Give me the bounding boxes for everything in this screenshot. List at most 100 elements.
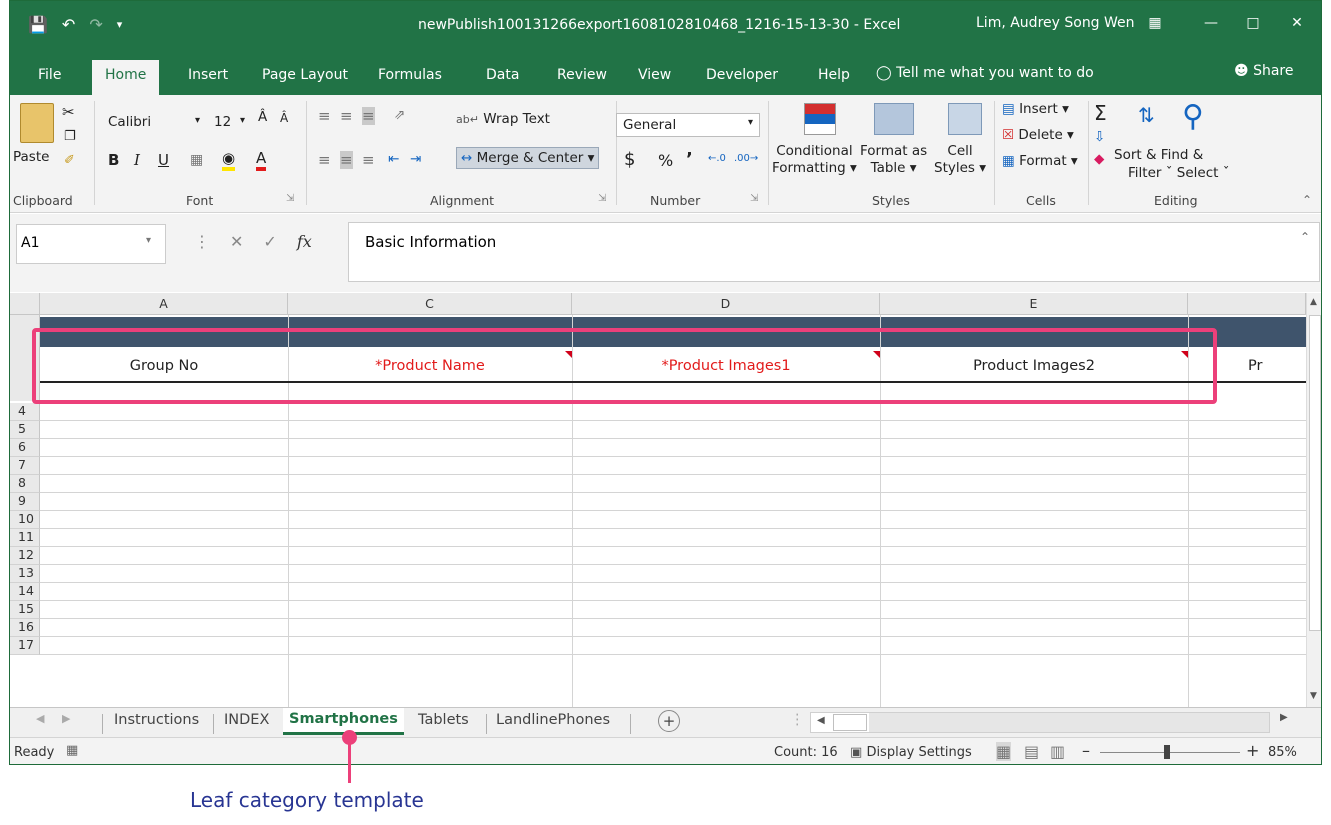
row-header[interactable]: 6 <box>10 439 40 457</box>
next-sheet-icon[interactable]: ▶ <box>62 712 70 725</box>
shrink-font-icon[interactable]: Â <box>280 111 288 125</box>
comma-button[interactable]: ’ <box>686 149 693 170</box>
horizontal-scroll-thumb[interactable] <box>833 714 867 731</box>
align-left-icon[interactable]: ≡ <box>318 151 331 169</box>
macro-record-icon[interactable]: ▦ <box>66 743 78 758</box>
formula-input[interactable]: Basic Information <box>348 222 1320 282</box>
sheet-tab-index[interactable]: INDEX <box>224 712 269 728</box>
merge-center-button[interactable]: ↔ Merge & Center ▾ <box>456 147 600 169</box>
row-header[interactable]: 17 <box>10 637 40 655</box>
dialog-launcher-icon[interactable]: ⇲ <box>598 193 606 204</box>
scroll-left-icon[interactable]: ◀ <box>817 715 825 726</box>
user-name[interactable]: Lim, Audrey Song Wen <box>976 15 1135 31</box>
cut-icon[interactable]: ✂ <box>62 103 75 121</box>
zoom-out-icon[interactable]: – <box>1082 741 1090 760</box>
zoom-level[interactable]: 85% <box>1268 745 1297 760</box>
tab-view[interactable]: View <box>638 67 671 83</box>
save-icon[interactable]: 💾 <box>28 15 48 34</box>
insert-function-icon[interactable]: fx <box>297 232 312 251</box>
row-header[interactable]: 16 <box>10 619 40 637</box>
format-as-table-icon[interactable] <box>874 103 914 135</box>
zoom-slider-thumb[interactable] <box>1164 745 1170 759</box>
tab-formulas[interactable]: Formulas <box>378 67 442 83</box>
wrap-text-button[interactable]: ab↵ Wrap Text <box>456 111 550 127</box>
tab-data[interactable]: Data <box>486 67 519 83</box>
undo-icon[interactable]: ↶ <box>62 15 75 34</box>
autosum-icon[interactable]: Σ <box>1094 101 1107 125</box>
row-header[interactable]: 4 <box>10 403 40 421</box>
copy-icon[interactable]: ❐ <box>64 129 76 144</box>
align-center-icon[interactable]: ≡ <box>340 151 353 169</box>
column-header-f[interactable] <box>1188 293 1306 315</box>
add-sheet-icon[interactable]: + <box>658 710 680 732</box>
increase-indent-icon[interactable]: ⇥ <box>410 151 421 167</box>
sheet-tab-smartphones[interactable]: Smartphones <box>283 708 404 735</box>
scroll-thumb[interactable] <box>1309 315 1321 631</box>
percent-button[interactable]: % <box>658 151 673 170</box>
close-icon[interactable]: ✕ <box>1282 11 1312 35</box>
page-break-view-icon[interactable]: ▥ <box>1050 742 1065 761</box>
row-header[interactable]: 5 <box>10 421 40 439</box>
underline-button[interactable]: U <box>158 151 169 169</box>
filter-select-label[interactable]: Filter ˇ Select ˇ <box>1128 165 1229 181</box>
row-header[interactable]: 9 <box>10 493 40 511</box>
tab-split-handle[interactable]: ⋮ <box>790 712 805 728</box>
header-cell-truncated[interactable]: Pr <box>1248 350 1306 382</box>
borders-icon[interactable]: ▦ <box>190 152 203 168</box>
orientation-icon[interactable]: ⇗ <box>394 107 405 123</box>
dialog-launcher-icon[interactable]: ⇲ <box>286 193 294 204</box>
format-painter-icon[interactable]: ✐ <box>64 153 75 168</box>
format-cells-button[interactable]: ▦ Format ▾ <box>1002 153 1078 169</box>
grow-font-icon[interactable]: Â <box>258 109 267 125</box>
row-header[interactable]: 12 <box>10 547 40 565</box>
number-format-select[interactable]: General ▾ <box>616 113 760 137</box>
tab-help[interactable]: Help <box>818 67 850 83</box>
select-all-corner[interactable] <box>10 293 40 315</box>
column-header-a[interactable]: A <box>40 293 288 315</box>
tell-me-box[interactable]: ◯ Tell me what you want to do <box>876 65 1094 81</box>
tab-home[interactable]: Home <box>92 60 160 96</box>
row-header[interactable]: 7 <box>10 457 40 475</box>
sheet-tab-tablets[interactable]: Tablets <box>418 712 469 728</box>
insert-cells-button[interactable]: ▤ Insert ▾ <box>1002 101 1069 117</box>
paste-icon[interactable] <box>20 103 54 143</box>
maximize-icon[interactable]: □ <box>1238 11 1268 35</box>
enter-icon[interactable]: ✓ <box>263 232 276 251</box>
ribbon-display-icon[interactable]: ▦ <box>1140 11 1170 35</box>
row-header[interactable]: 14 <box>10 583 40 601</box>
font-name-select[interactable]: Calibri <box>102 111 208 135</box>
scroll-right-icon[interactable]: ▶ <box>1280 712 1288 723</box>
fill-color-icon[interactable]: ◉ <box>222 149 236 171</box>
scroll-up-icon[interactable]: ▲ <box>1310 297 1317 307</box>
sheet-tab-landlinephones[interactable]: LandlinePhones <box>496 712 610 728</box>
decrease-decimal-icon[interactable]: .00→ <box>734 153 758 164</box>
cancel-icon[interactable]: ✕ <box>230 232 243 251</box>
row-header[interactable]: 13 <box>10 565 40 583</box>
zoom-in-icon[interactable]: + <box>1246 741 1259 760</box>
column-header-c[interactable]: C <box>288 293 572 315</box>
decrease-indent-icon[interactable]: ⇤ <box>388 151 399 167</box>
cell-styles-icon[interactable] <box>948 103 982 135</box>
expand-formula-bar-icon[interactable]: ⌃ <box>1300 230 1310 244</box>
prev-sheet-icon[interactable]: ◀ <box>36 712 44 725</box>
page-layout-view-icon[interactable]: ▤ <box>1024 742 1039 761</box>
row-header[interactable]: 15 <box>10 601 40 619</box>
minimize-icon[interactable]: — <box>1196 11 1226 35</box>
customize-qat-icon[interactable]: ▾ <box>117 18 123 31</box>
delete-cells-button[interactable]: ☒ Delete ▾ <box>1002 127 1074 143</box>
conditional-formatting-button[interactable]: Conditional Formatting ▾ <box>772 143 857 177</box>
vertical-scrollbar[interactable]: ▲ ▼ <box>1306 293 1321 707</box>
currency-button[interactable]: $ <box>624 149 635 170</box>
name-box[interactable]: A1 ▾ <box>16 224 166 264</box>
row-header[interactable]: 8 <box>10 475 40 493</box>
find-select-icon[interactable]: ⚲ <box>1182 99 1204 134</box>
zoom-slider[interactable] <box>1100 752 1240 753</box>
align-top-icon[interactable]: ≡ <box>318 107 331 125</box>
scroll-down-icon[interactable]: ▼ <box>1310 691 1317 701</box>
dialog-launcher-icon[interactable]: ⇲ <box>750 193 758 204</box>
clear-icon[interactable]: ◆ <box>1094 151 1104 167</box>
row-header[interactable]: 11 <box>10 529 40 547</box>
row-header[interactable]: 10 <box>10 511 40 529</box>
align-bottom-icon[interactable]: ≡ <box>362 107 375 125</box>
increase-decimal-icon[interactable]: ←.0 <box>708 153 726 164</box>
